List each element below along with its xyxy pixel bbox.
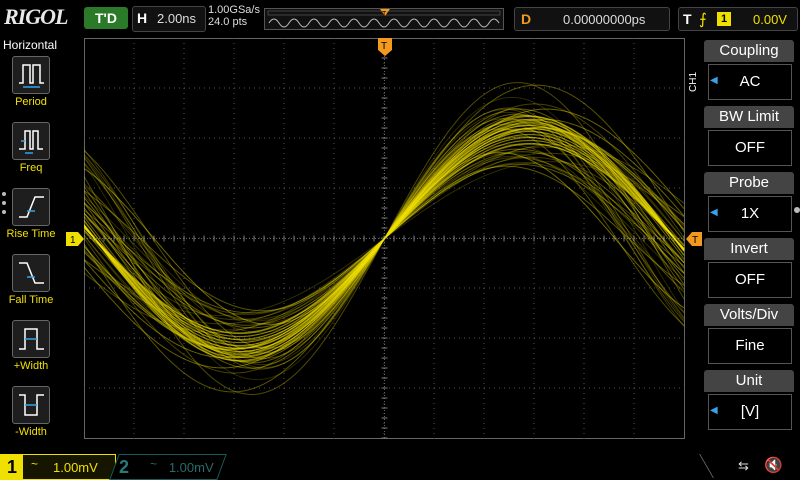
channel-menu-tag: CH1 xyxy=(688,72,699,93)
coupling-menu-item[interactable]: Coupling AC ◀ xyxy=(704,40,794,104)
measure-rise-time-button[interactable]: Rise Time xyxy=(0,188,62,254)
measure-neg-width-button[interactable]: -Width xyxy=(0,386,62,452)
ch2-scale: 1.00mV xyxy=(168,460,214,475)
measure-freq-button[interactable]: Freq xyxy=(0,122,62,188)
bw-limit-value: OFF xyxy=(708,130,792,166)
fall-time-icon xyxy=(12,254,50,292)
ch1-status[interactable]: 1 ~ 1.00mV xyxy=(0,454,116,480)
coupling-title: Coupling xyxy=(704,40,794,62)
acquisition-info: 1.00GSa/s 24.0 pts xyxy=(208,4,260,28)
usb-icon: ⇆ xyxy=(738,458,749,473)
timebase-label: H xyxy=(137,10,148,26)
memory-trigger-marker: T xyxy=(382,11,387,18)
probe-menu-item[interactable]: Probe 1X ◀ xyxy=(704,172,794,236)
timebase-indicator[interactable]: H 2.00ns xyxy=(132,6,206,32)
ac-coupling-icon: ~ xyxy=(31,457,39,471)
channel-status-bar: 1 ~ 1.00mV 2 ~ 1.00mV ⇆ 🔇 xyxy=(0,452,800,480)
ch1-ground-marker[interactable]: 1 xyxy=(66,232,84,246)
measure-fall-time-button[interactable]: Fall Time xyxy=(0,254,62,320)
menu-arrow-icon: ◀ xyxy=(710,75,718,86)
trigger-level-value: 0.00V xyxy=(753,12,787,27)
ch1-marker-label: 1 xyxy=(70,235,76,246)
sample-rate: 1.00GSa/s xyxy=(208,4,260,16)
memory-points: 24.0 pts xyxy=(208,16,248,28)
memory-wave-thumbnail: T xyxy=(267,9,501,28)
trigger-label: T xyxy=(683,11,692,27)
unit-menu-item[interactable]: Unit [V] ◀ xyxy=(704,370,794,434)
ch2-status[interactable]: 2 ~ 1.00mV xyxy=(109,454,227,480)
ch1-scale: 1.00mV xyxy=(53,460,98,475)
menu-arrow-icon: ◀ xyxy=(710,405,718,416)
invert-value: OFF xyxy=(708,262,792,298)
volts-div-title: Volts/Div xyxy=(704,304,794,326)
positive-width-icon xyxy=(12,320,50,358)
graticule xyxy=(83,37,685,439)
trigger-position-marker[interactable]: T xyxy=(378,38,392,56)
menu-page-dot xyxy=(794,207,800,213)
period-icon xyxy=(12,56,50,94)
waveform-display[interactable] xyxy=(83,37,685,439)
trigger-level-marker[interactable]: T xyxy=(686,232,702,246)
unit-value: [V] xyxy=(708,394,792,430)
ch1-number: 1 xyxy=(1,455,23,479)
invert-title: Invert xyxy=(704,238,794,260)
speaker-muted-icon[interactable]: 🔇 xyxy=(764,456,783,474)
coupling-value: AC xyxy=(708,64,792,100)
bw-limit-title: BW Limit xyxy=(704,106,794,128)
unit-title: Unit xyxy=(704,370,794,392)
measure-pos-width-button[interactable]: +Width xyxy=(0,320,62,386)
trigger-source-badge: 1 xyxy=(717,12,731,26)
horizontal-measure-panel: Horizontal Period Freq Rise Time Fall Ti… xyxy=(0,36,62,450)
period-label: Period xyxy=(15,96,47,108)
negative-width-icon xyxy=(12,386,50,424)
timebase-value: 2.00ns xyxy=(157,11,197,26)
measure-period-button[interactable]: Period xyxy=(0,56,62,122)
neg-width-label: -Width xyxy=(15,426,47,438)
volts-div-value: Fine xyxy=(708,328,792,364)
fall-time-label: Fall Time xyxy=(8,294,54,306)
menu-arrow-icon: ◀ xyxy=(710,207,718,218)
pos-width-label: +Width xyxy=(13,360,49,372)
panel-page-dots xyxy=(2,192,6,219)
freq-label: Freq xyxy=(19,162,43,174)
trigger-marker-label: T xyxy=(692,235,698,246)
memory-overview-strip[interactable]: T xyxy=(264,8,504,30)
probe-title: Probe xyxy=(704,172,794,194)
bw-limit-menu-item[interactable]: BW Limit OFF xyxy=(704,106,794,170)
frequency-icon xyxy=(12,122,50,160)
trigger-position-label: T xyxy=(381,41,387,52)
ch2-number: 2 xyxy=(119,457,130,477)
panel-title: Horizontal xyxy=(2,38,58,52)
ac-coupling-icon: ~ xyxy=(150,457,158,471)
probe-value: 1X xyxy=(708,196,792,232)
invert-menu-item[interactable]: Invert OFF xyxy=(704,238,794,302)
trigger-indicator[interactable]: T ⨍ 1 0.00V xyxy=(678,7,798,31)
volts-div-menu-item[interactable]: Volts/Div Fine xyxy=(704,304,794,368)
delay-value: 0.00000000ps xyxy=(563,12,646,27)
rise-time-label: Rise Time xyxy=(6,228,56,240)
rigol-logo: RIGOL xyxy=(4,4,68,29)
rising-edge-icon: ⨍ xyxy=(699,11,707,28)
top-status-bar: RIGOL T'D H 2.00ns 1.00GSa/s 24.0 pts T … xyxy=(0,0,800,34)
rise-time-icon xyxy=(12,188,50,226)
delay-label: D xyxy=(521,11,532,27)
run-status-badge[interactable]: T'D xyxy=(84,7,128,29)
delay-indicator[interactable]: D 0.00000000ps xyxy=(514,7,670,31)
